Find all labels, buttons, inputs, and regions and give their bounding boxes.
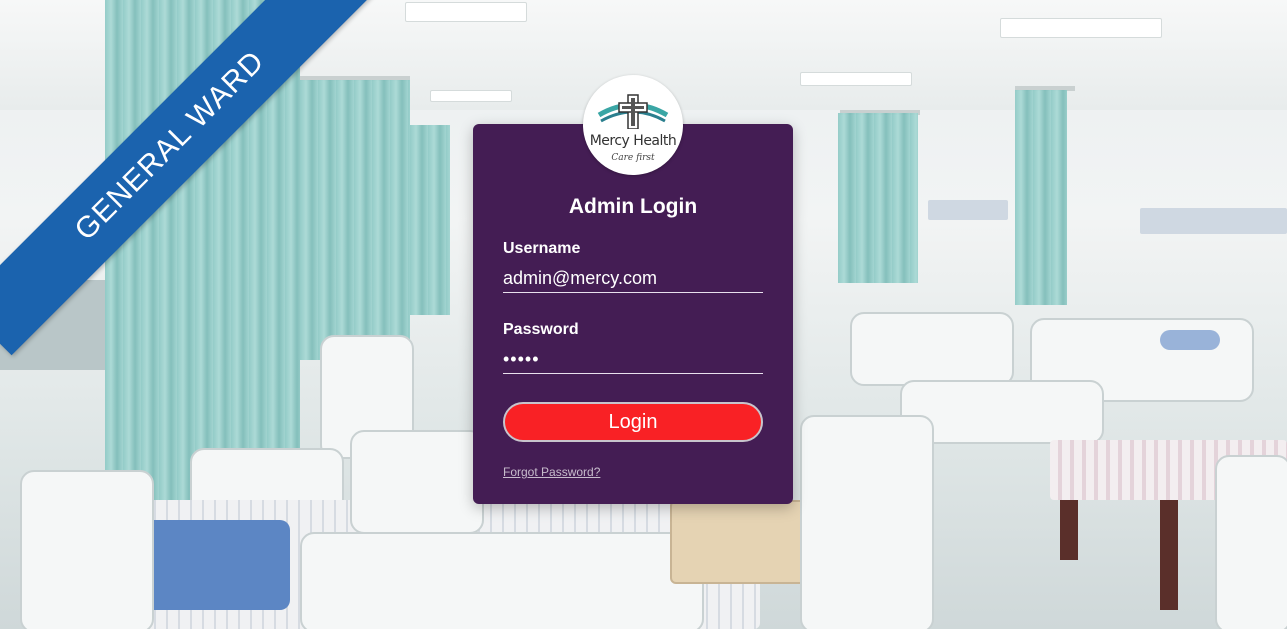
bed-rail — [800, 415, 934, 629]
wall-panel — [928, 200, 1008, 220]
mercy-health-logo: Mercy Health Care first — [583, 75, 683, 175]
bed-rail — [300, 532, 704, 629]
wall-panel — [1140, 208, 1287, 234]
hospital-bed — [850, 312, 1014, 386]
curtain — [410, 125, 450, 315]
curtain — [838, 113, 918, 283]
logo-name: Mercy Health — [589, 133, 677, 149]
username-label: Username — [503, 240, 581, 257]
username-input[interactable] — [503, 264, 763, 293]
curtain — [300, 80, 410, 360]
login-button[interactable]: Login — [503, 402, 763, 442]
bed-headboard — [20, 470, 154, 629]
login-card — [473, 124, 793, 504]
table-leg — [1160, 500, 1178, 610]
cross-emblem-icon — [597, 94, 669, 129]
password-label: Password — [503, 321, 579, 338]
hospital-bed — [350, 430, 484, 534]
forgot-password-link[interactable]: Forgot Password? — [503, 465, 600, 479]
pillow — [1160, 330, 1220, 350]
bed-rail — [1215, 455, 1287, 629]
logo-tagline: Care first — [611, 153, 655, 163]
table-leg — [1060, 500, 1078, 560]
password-input[interactable] — [503, 345, 763, 374]
ceiling-light — [405, 2, 527, 22]
page-title: Admin Login — [568, 195, 698, 218]
curtain — [1015, 90, 1067, 305]
ceiling-light — [430, 90, 512, 102]
ceiling-light — [1000, 18, 1162, 38]
ceiling-light — [800, 72, 912, 86]
